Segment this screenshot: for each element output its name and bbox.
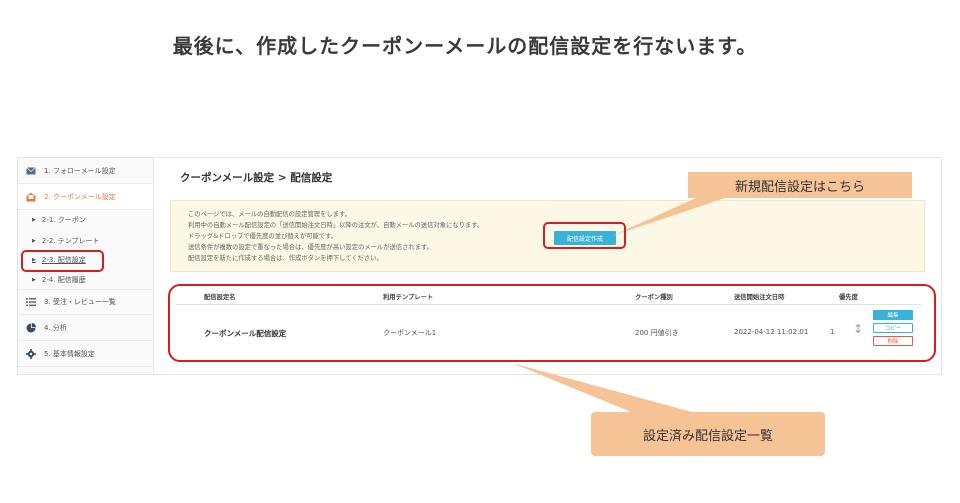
highlight-sidebar-current	[21, 250, 104, 272]
callout-pointer-top	[612, 197, 728, 236]
highlight-settings-list	[168, 284, 936, 362]
callout-settings-list: 設定済み配信設定一覧	[591, 412, 825, 456]
callout-new-setting: 新規配信設定はこちら	[688, 172, 912, 198]
highlight-create-button	[543, 222, 626, 249]
callout-pointer-bottom	[512, 363, 692, 412]
